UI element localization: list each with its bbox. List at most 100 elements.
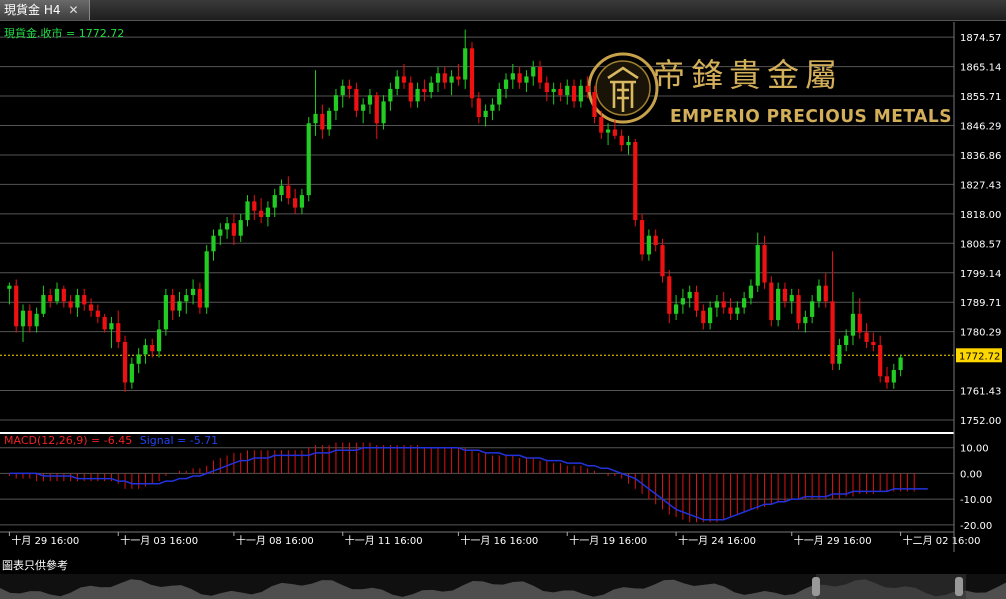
- candle-up: [211, 235, 216, 252]
- candle-down: [231, 223, 237, 236]
- candle-up: [891, 370, 896, 383]
- candle-down: [830, 301, 835, 364]
- candle-down: [88, 304, 94, 311]
- candle-up: [497, 88, 502, 105]
- x-tick-label: 十一月 24 16:00: [678, 534, 756, 547]
- candle-up: [163, 295, 168, 330]
- candle-up: [463, 48, 468, 80]
- candle-down: [537, 67, 543, 83]
- price-panel: [0, 22, 1006, 431]
- candle-up: [714, 301, 720, 308]
- x-tick-label: 十一月 08 16:00: [236, 534, 314, 547]
- candle-up: [272, 195, 277, 208]
- candle-up: [279, 185, 284, 196]
- candle-up: [190, 288, 196, 296]
- candle-up: [245, 201, 250, 221]
- candle-up: [299, 195, 305, 208]
- candle-up: [136, 354, 141, 364]
- x-tick-label: 十一月 19 16:00: [569, 534, 647, 547]
- candle-up: [306, 123, 311, 196]
- y-tick-label: 1780.29: [960, 328, 1001, 339]
- candle-down: [293, 198, 298, 208]
- candle-down: [354, 88, 359, 111]
- candle-down: [82, 295, 87, 305]
- scroll-handle-right[interactable]: [955, 577, 963, 596]
- y-tick-label: 1789.71: [960, 298, 1001, 309]
- candle-up: [898, 357, 903, 371]
- candle-down: [14, 285, 19, 327]
- candle-down: [721, 301, 726, 308]
- y-tick-label: 1827.43: [960, 180, 1001, 191]
- candle-down: [585, 85, 590, 93]
- candle-down: [252, 201, 257, 211]
- chart-tab[interactable]: 現貨金 H4 ✕: [0, 0, 90, 20]
- candle-up: [844, 335, 849, 346]
- candle-down: [796, 295, 801, 324]
- time-axis: 十月 29 16:00 十一月 03 16:00 十一月 08 16:00 十一月 1…: [0, 531, 981, 547]
- candle-up: [265, 207, 271, 217]
- candle-down: [592, 92, 597, 118]
- candle-down: [374, 95, 379, 124]
- candle-down: [878, 345, 883, 377]
- candle-up: [708, 307, 713, 324]
- candle-down: [286, 185, 291, 199]
- close-icon[interactable]: ✕: [68, 0, 78, 20]
- price-chart[interactable]: 1874.57 1865.14 1855.71 1846.29 1836.86 1827.…: [0, 22, 1006, 559]
- candle-up: [748, 285, 754, 299]
- candle-down: [864, 332, 869, 342]
- candle-down: [599, 117, 604, 133]
- candle-down: [408, 82, 413, 102]
- candle-up: [742, 298, 747, 308]
- candle-up: [850, 313, 856, 336]
- x-tick-label: 十二月 02 16:00: [903, 534, 981, 547]
- scroll-handle-left[interactable]: [812, 577, 820, 596]
- candle-up: [367, 95, 373, 105]
- candle-up: [551, 88, 556, 93]
- candle-up: [34, 313, 39, 327]
- candle-up: [313, 113, 318, 124]
- candle-down: [347, 85, 352, 89]
- y-tick-label: -20.00: [960, 521, 992, 532]
- candle-up: [816, 285, 822, 302]
- candle-up: [810, 301, 815, 317]
- candle-up: [395, 76, 400, 89]
- candle-down: [95, 310, 100, 317]
- x-tick-label: 十月 29 16:00: [11, 534, 79, 547]
- candle-down: [116, 323, 121, 342]
- candle-up: [177, 301, 182, 311]
- current-price-label: 1772.72: [959, 351, 1000, 362]
- macd-label: MACD(12,26,9) = -6.45 Signal = -5.71: [4, 434, 218, 447]
- macd-histogram: [8, 442, 915, 523]
- candle-up: [415, 88, 420, 102]
- logo-chinese-name: 帝鋒貴金屬: [653, 56, 843, 94]
- candle-up: [238, 220, 243, 236]
- candle-up: [218, 229, 223, 236]
- y-tick-label: 1846.29: [960, 121, 1001, 132]
- y-tick-label: 1855.71: [960, 92, 1001, 103]
- y-tick-label: 1752.00: [960, 416, 1001, 427]
- macd-signal-line: [9, 446, 928, 521]
- candle-down: [857, 313, 862, 333]
- candle-down: [27, 310, 32, 327]
- macd-value-label: MACD(12,26,9) = -6.45: [4, 434, 132, 447]
- candle-up: [837, 345, 842, 364]
- candle-down: [476, 98, 481, 118]
- candle-down: [701, 310, 706, 324]
- macd-signal-label: Signal = -5.71: [140, 434, 218, 447]
- candle-down: [48, 295, 53, 302]
- candle-up: [333, 95, 339, 111]
- y-tick-label: -10.00: [960, 495, 992, 506]
- x-tick-label: 十一月 29 16:00: [794, 534, 872, 547]
- candle-up: [483, 110, 488, 118]
- y-tick-label: 1761.43: [960, 387, 1001, 398]
- candle-up: [578, 85, 583, 102]
- chart-scrollbar[interactable]: [0, 574, 1006, 599]
- candle-up: [789, 295, 794, 302]
- chart-disclaimer: 圖表只供參考: [0, 559, 1006, 573]
- candle-down: [320, 113, 325, 130]
- candle-up: [75, 295, 80, 308]
- candle-up: [7, 285, 12, 289]
- candle-down: [653, 235, 658, 246]
- candle-down: [422, 88, 427, 93]
- scroll-window[interactable]: [816, 574, 966, 599]
